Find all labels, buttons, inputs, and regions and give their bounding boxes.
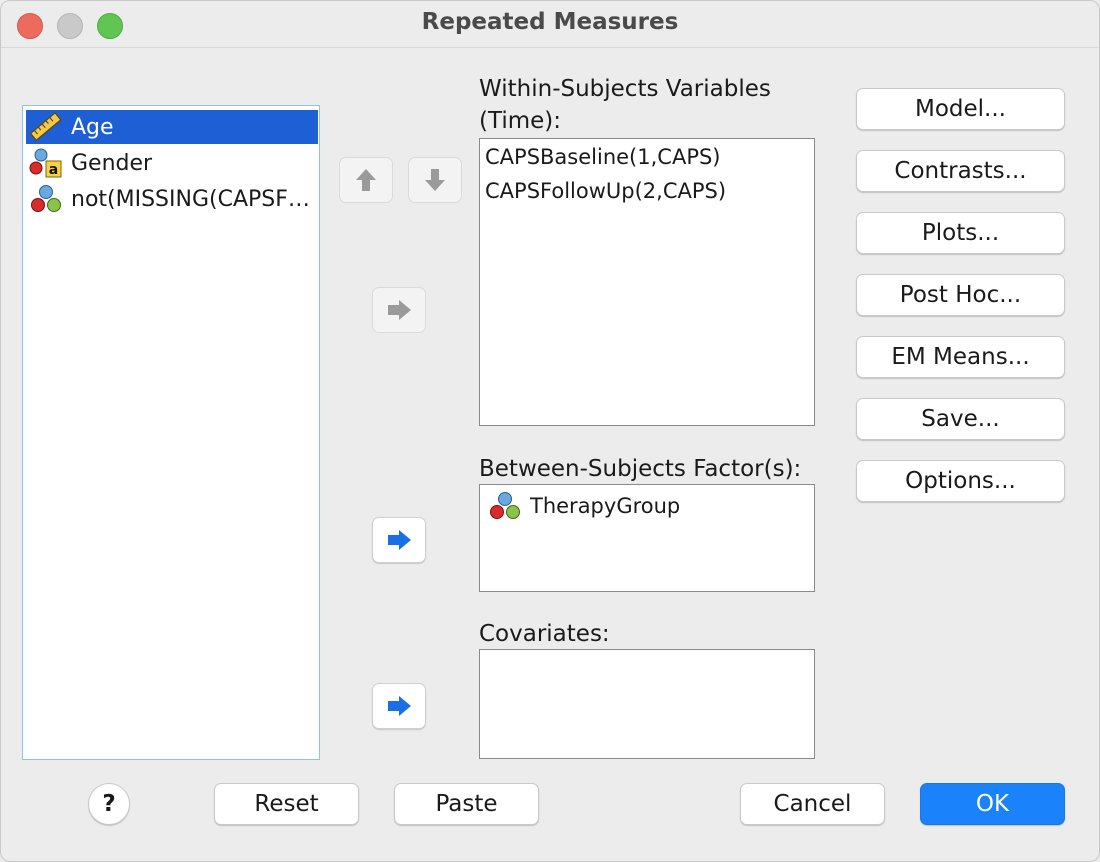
contrasts-button[interactable]: Contrasts... [856, 150, 1065, 192]
svg-text:a: a [49, 162, 58, 178]
arrow-down-icon [425, 169, 445, 191]
post-hoc-button[interactable]: Post Hoc... [856, 274, 1065, 316]
covariates-label: Covariates: [479, 621, 610, 647]
title-bar: Repeated Measures [1, 1, 1099, 48]
variable-label: not(MISSING(CAPSF… [71, 186, 310, 212]
nominal-icon [31, 185, 61, 212]
within-subjects-item[interactable]: CAPSBaseline(1,CAPS) [485, 145, 721, 169]
move-to-within-button[interactable] [372, 287, 426, 333]
variable-label: Gender [71, 150, 153, 176]
paste-button[interactable]: Paste [394, 783, 539, 825]
between-subjects-item-label: TherapyGroup [530, 494, 681, 518]
model-button[interactable]: Model... [856, 88, 1065, 130]
move-to-between-button[interactable] [372, 517, 426, 563]
help-button[interactable]: ? [88, 783, 130, 825]
em-means-button[interactable]: EM Means... [856, 336, 1065, 378]
move-to-covariates-button[interactable] [372, 683, 426, 729]
ok-button[interactable]: OK [920, 783, 1065, 825]
nominal-string-icon: a [29, 148, 62, 178]
save-button[interactable]: Save... [856, 398, 1065, 440]
source-variable-list[interactable]: Age a Gender not(MISSING(CAPSF… [22, 105, 320, 760]
between-subjects-label: Between-Subjects Factor(s): [479, 456, 802, 482]
between-subjects-list[interactable]: TherapyGroup [479, 484, 815, 592]
variable-item-gender[interactable]: a Gender [26, 146, 318, 180]
arrow-right-icon [388, 300, 411, 320]
reset-button[interactable]: Reset [214, 783, 359, 825]
arrow-up-icon [356, 169, 376, 191]
options-button[interactable]: Options... [856, 460, 1065, 502]
cancel-button[interactable]: Cancel [740, 783, 885, 825]
variable-label: Age [71, 114, 114, 140]
arrow-right-icon [388, 696, 411, 716]
within-subjects-list[interactable]: CAPSBaseline(1,CAPS) CAPSFollowUp(2,CAPS… [479, 138, 815, 426]
within-subjects-label-line1: Within-Subjects Variables [479, 76, 771, 102]
variable-item-age[interactable]: Age [26, 110, 318, 144]
repeated-measures-dialog: Repeated Measures Age a Gender not(MISSI… [0, 0, 1100, 862]
within-subjects-item[interactable]: CAPSFollowUp(2,CAPS) [485, 179, 726, 203]
move-up-button[interactable] [339, 157, 393, 203]
nominal-icon [490, 492, 520, 519]
within-subjects-label: Within-Subjects Variables (Time): [479, 73, 771, 137]
scale-ruler-icon [29, 112, 62, 142]
move-down-button[interactable] [408, 157, 462, 203]
window-title: Repeated Measures [421, 9, 679, 35]
arrow-right-icon [388, 530, 411, 550]
between-subjects-item[interactable]: TherapyGroup [488, 491, 680, 521]
within-subjects-label-line2: (Time): [479, 108, 561, 134]
covariates-list[interactable] [479, 649, 815, 759]
plots-button[interactable]: Plots... [856, 212, 1065, 254]
variable-item-not-missing[interactable]: not(MISSING(CAPSF… [26, 182, 318, 216]
